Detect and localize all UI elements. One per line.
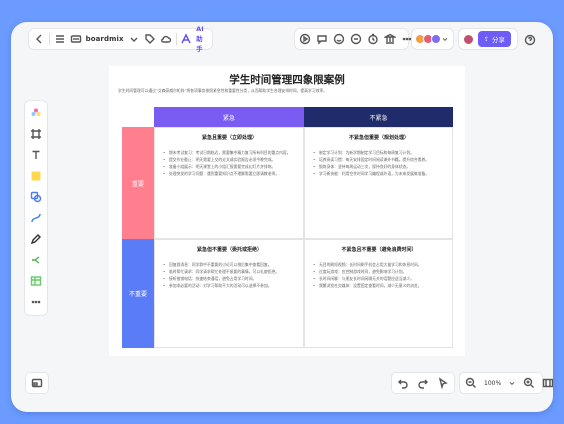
sticky-note-icon[interactable] — [29, 169, 43, 183]
intro-text: 学生时间管理可以通过“艾森豪威尔矩阵”将各项事务按照紧急性和重要性分类，从而帮助… — [118, 88, 327, 93]
list-item: 接听推销电话：快速结束通话，避免占用学习时间。 — [163, 276, 296, 282]
text-icon[interactable] — [29, 148, 43, 162]
zoom-level[interactable]: 100% — [484, 380, 501, 387]
shape-icon[interactable] — [29, 190, 43, 204]
brand-name: boardmix — [85, 35, 124, 43]
menu-icon[interactable] — [54, 32, 66, 46]
pen-icon[interactable] — [29, 232, 43, 246]
column-header-urgent: 紧急 — [154, 107, 304, 127]
quadrant-title: 紧急且重要（立即处理） — [201, 135, 257, 141]
quadrant-not-urgent-not-important[interactable]: 不紧急且不重要（避免浪费时间） 无目的刷短视频：长时间刷手机会占用大量学习和休息… — [304, 239, 453, 348]
table-icon[interactable] — [29, 274, 43, 288]
list-item: 锻炼身体：坚持每周运动三次，保持良好的身体状态。 — [313, 164, 445, 170]
chevron-down-icon[interactable] — [508, 376, 516, 390]
quadrant-title: 不紧急且不重要（避免浪费时间） — [341, 247, 417, 253]
minimap-icon — [30, 376, 44, 390]
list-item: 期末考试复习：考试日期临近，需要集中精力复习所有科目的重点内容。 — [163, 150, 296, 156]
chat-icon[interactable] — [350, 32, 362, 46]
minimap-toggle[interactable] — [25, 372, 49, 394]
timer-icon[interactable] — [367, 32, 379, 46]
list-item: 频繁浏览社交媒体：设置固定查看时间，减少无意义的浏览。 — [313, 283, 445, 289]
play-icon[interactable] — [299, 32, 311, 46]
list-item: 过度玩游戏：应控制游戏时间，避免影响学习计划。 — [313, 269, 445, 275]
chevron-down-icon[interactable] — [128, 32, 140, 46]
list-item: 培养阅读习惯：每天安排固定时间阅读课外书籍，提升综合素养。 — [313, 157, 445, 163]
row-header-important: 重要 — [122, 127, 154, 239]
share-toolbar: ⇪ 分享 — [458, 28, 518, 50]
template-icon[interactable] — [29, 106, 43, 120]
share-button[interactable]: ⇪ 分享 — [478, 31, 512, 47]
zoom-out-icon[interactable] — [465, 376, 477, 390]
pointer-icon[interactable] — [436, 376, 449, 390]
list-item: 长时间闲聊：与朋友长时间闲聊无关的话题应适当减少。 — [313, 276, 445, 282]
list-item: 回复群消息：同学群中不重要的讨论可以稍后集中查看回复。 — [163, 262, 296, 268]
collaborators[interactable] — [411, 28, 454, 50]
column-header-not-urgent: 不紧急 — [304, 107, 453, 127]
avatar — [431, 34, 441, 44]
chevron-down-icon[interactable] — [441, 32, 449, 46]
list-item: 学习新技能：利用空余时间学习编程或外语，为未来发展做准备。 — [313, 171, 445, 177]
undo-icon[interactable] — [397, 376, 410, 390]
cloud-icon[interactable] — [160, 32, 172, 46]
boardmix-logo-icon — [70, 32, 82, 46]
back-icon[interactable] — [33, 32, 45, 46]
quadrant-urgent-not-important[interactable]: 紧急但不重要（委托或拒绝） 回复群消息：同学群中不重要的讨论可以稍后集中查看回复… — [154, 239, 304, 348]
library-icon[interactable] — [384, 32, 396, 46]
more-tools-icon[interactable] — [29, 295, 43, 309]
row-header-not-important: 不重要 — [122, 239, 154, 348]
tag-icon[interactable] — [144, 32, 156, 46]
mindmap-icon[interactable] — [29, 253, 43, 267]
quadrant-title: 紧急但不重要（委托或拒绝） — [196, 247, 262, 253]
top-left-toolbar: boardmix AI助手 — [28, 25, 213, 53]
quadrant-title: 不紧急但重要（规划处理） — [348, 135, 409, 141]
list-item: 制定学习计划：为新学期制定学习目标和每周复习计划。 — [313, 150, 445, 156]
page-title: 学生时间管理四象限案例 — [229, 74, 345, 86]
board-canvas[interactable]: 学生时间管理四象限案例 学生时间管理可以通过“艾森豪威尔矩阵”将各项事务按照紧急… — [109, 66, 465, 356]
ai-icon[interactable] — [180, 32, 192, 46]
app-window: boardmix AI助手 ⇪ 分享 学生时间管理四象限案例 学生时间管理可以通… — [11, 22, 553, 412]
list-item: 处理突发的学习问题：遇到重要知识点不理解需要立即请教老师。 — [163, 171, 296, 177]
zoom-toolbar: 100% — [459, 372, 553, 394]
reaction-icon[interactable] — [333, 32, 345, 46]
list-item: 临时帮忙请求：同学请求帮忙处理不紧要的事情，可以礼貌拒绝。 — [163, 269, 296, 275]
ai-assistant-button[interactable]: AI助手 — [196, 25, 208, 53]
frame-icon[interactable] — [29, 127, 43, 141]
help-icon[interactable] — [523, 33, 537, 47]
list-item: 参加非必要的活动：对学习帮助不大的活动可以选择不参加。 — [163, 283, 296, 289]
history-toolbar — [391, 372, 455, 394]
share-icon: ⇪ — [484, 35, 490, 43]
list-item: 准备小组展示：明天课堂上的小组汇报需要完成幻灯片并排练。 — [163, 164, 296, 170]
connector-icon[interactable] — [29, 211, 43, 225]
quadrant-not-urgent-important[interactable]: 不紧急但重要（规划处理） 制定学习计划：为新学期制定学习目标和每周复习计划。 培… — [304, 127, 453, 239]
top-tools-toolbar — [294, 28, 412, 50]
list-item: 无目的刷短视频：长时间刷手机会占用大量学习和休息时间。 — [313, 262, 445, 268]
left-toolbar — [24, 100, 48, 316]
quadrant-urgent-important[interactable]: 紧急且重要（立即处理） 期末考试复习：考试日期临近，需要集中精力复习所有科目的重… — [154, 127, 304, 239]
user-avatar[interactable] — [463, 33, 474, 45]
redo-icon[interactable] — [417, 376, 430, 390]
zoom-in-icon[interactable] — [523, 376, 535, 390]
list-item: 提交作业截止：明天需要上交的论文或实验报告必须今晚完成。 — [163, 157, 296, 163]
comment-icon[interactable] — [316, 32, 328, 46]
fit-screen-icon[interactable] — [542, 376, 553, 390]
